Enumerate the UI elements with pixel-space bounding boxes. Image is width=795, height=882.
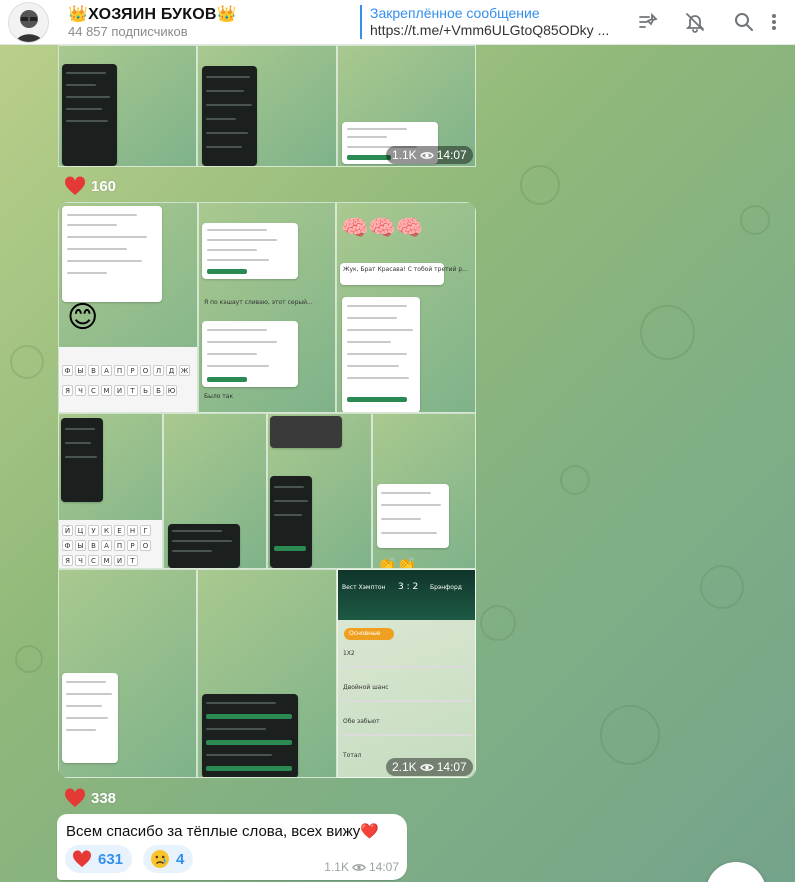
bet-screenshot (202, 694, 298, 777)
album-photo[interactable]: Я по кэшаут сливаю, этот серый... Было т… (198, 202, 336, 413)
phone-screenshot (62, 64, 117, 166)
away-team: Брэнфорд (430, 584, 462, 591)
reaction-count: 631 (98, 850, 124, 868)
bg-doodle (640, 305, 695, 360)
album-meta: 1.1K 14:07 (386, 146, 473, 164)
pinned-label: Закреплённое сообщение (370, 5, 540, 21)
reaction-count: 4 (176, 850, 185, 868)
message-meta: 1.1K 14:07 (324, 860, 399, 874)
message-text: Всем спасибо за тёплые слова, всех вижу❤… (66, 823, 379, 840)
heart-reaction-icon (72, 850, 92, 868)
album-photo[interactable]: 🧠🧠🧠 Жук, Брат Красава! С тобой третий р.… (336, 202, 476, 413)
channel-title[interactable]: 👑ХОЗЯИН БУКОВ👑 (68, 4, 237, 24)
eye-icon (352, 864, 366, 871)
bet-screenshot (202, 223, 298, 279)
market-double-chance: Двойной шанс (343, 684, 389, 691)
pinned-list-icon[interactable] (637, 11, 659, 33)
market-1x2: 1X2 (343, 650, 355, 657)
heart-reaction[interactable]: 338 (58, 784, 122, 812)
sad-reaction[interactable]: 4 (143, 845, 194, 873)
more-vert-icon[interactable] (767, 11, 781, 33)
phone-screenshot (62, 673, 118, 763)
subscriber-count: 44 857 подписчиков (68, 24, 188, 39)
album-meta: 2.1K 14:07 (386, 758, 473, 776)
chat-caption: Я по кэшаут сливаю, этот серый... (204, 299, 313, 306)
heart-reaction-icon (64, 788, 86, 807)
sad-reaction-icon (151, 850, 169, 868)
market-both-score: Обе забьют (343, 718, 380, 725)
chat-caption: Было так (204, 393, 234, 400)
message-time: 14:07 (436, 148, 467, 162)
phone-screenshot (61, 418, 103, 502)
market-total: Тотал (343, 752, 362, 759)
view-count: 1.1K (324, 860, 349, 874)
match-score: 3 : 2 (398, 582, 419, 592)
album-photo[interactable] (163, 413, 267, 569)
heart-reaction[interactable]: 631 (65, 845, 133, 873)
bg-doodle (560, 465, 590, 495)
bet-screenshot (377, 484, 449, 548)
album-photo[interactable] (58, 45, 197, 167)
view-count: 1.1K (392, 148, 417, 162)
photo-album-1[interactable]: 1.1K 14:07 (58, 45, 476, 167)
bg-doodle (600, 705, 660, 765)
channel-avatar[interactable] (8, 2, 49, 43)
bg-doodle (700, 565, 744, 609)
keyboard-screenshot: ЙЦУКЕНГ ФЫВАПРО ЯЧСМИТ (59, 520, 162, 568)
bg-doodle (15, 645, 43, 673)
mute-bell-icon[interactable] (684, 11, 706, 33)
chat-caption: Жук, Брат Красава! С тобой третий р... (343, 266, 468, 273)
bet-screenshot (342, 297, 420, 412)
eye-icon (419, 764, 434, 771)
message-time: 14:07 (368, 860, 399, 874)
home-team: Вест Хэмптон (342, 584, 386, 591)
search-icon[interactable] (733, 11, 755, 33)
smile-emoji-sticker: 😊 (67, 301, 99, 334)
bet-screenshot (202, 321, 298, 387)
album-photo[interactable]: ЙЦУКЕНГ ФЫВАПРО ЯЧСМИТ (58, 413, 163, 569)
bg-doodle (10, 345, 44, 379)
photo-album-2[interactable]: 😊 ФЫВАПРОЛДЖ ЯЧСМИТЬБЮ Я по кэшаут слива… (58, 202, 476, 778)
heart-reaction[interactable]: 160 (58, 172, 122, 200)
eye-icon (419, 152, 434, 159)
reaction-count: 338 (91, 789, 117, 807)
match-scoreboard: Вест Хэмптон 3 : 2 Брэнфорд (338, 570, 475, 620)
bet-screenshot (168, 524, 240, 568)
album-photo[interactable] (197, 45, 337, 167)
pinned-text: https://t.me/+Vmm6ULGtoQ85ODky ... (370, 22, 610, 38)
album-photo[interactable] (197, 569, 337, 778)
album-photo[interactable]: 👏👏 (372, 413, 476, 569)
heart-reaction-icon (64, 176, 86, 195)
keyboard-screenshot: ФЫВАПРОЛДЖ ЯЧСМИТЬБЮ (59, 347, 197, 412)
pinned-message[interactable]: Закреплённое сообщение https://t.me/+Vmm… (360, 5, 615, 39)
bet-screenshot (62, 206, 162, 302)
tab-main: Основные (344, 628, 394, 640)
album-photo[interactable]: 😊 ФЫВАПРОЛДЖ ЯЧСМИТЬБЮ (58, 202, 198, 413)
fireworks-photo (270, 416, 342, 448)
phone-screenshot (270, 476, 312, 568)
bg-doodle (480, 605, 516, 641)
chat-message-shot: Жук, Брат Красава! С тобой третий р... (340, 263, 468, 285)
album-photo[interactable] (267, 413, 372, 569)
bg-doodle (740, 205, 770, 235)
view-count: 2.1K (392, 760, 417, 774)
album-photo[interactable] (58, 569, 197, 778)
chat-header: 👑ХОЗЯИН БУКОВ👑 44 857 подписчиков Закреп… (0, 0, 795, 45)
message-time: 14:07 (436, 760, 467, 774)
clap-emoji-sticker: 👏👏 (377, 558, 417, 569)
bg-doodle (520, 165, 560, 205)
album-photo[interactable]: Вест Хэмптон 3 : 2 Брэнфорд Основные 1X2… (337, 569, 476, 778)
phone-screenshot (202, 66, 257, 166)
brain-emoji-sticker: 🧠🧠🧠 (341, 215, 424, 240)
text-message-bubble[interactable]: Всем спасибо за тёплые слова, всех вижу❤… (57, 814, 407, 880)
reaction-count: 160 (91, 177, 117, 195)
